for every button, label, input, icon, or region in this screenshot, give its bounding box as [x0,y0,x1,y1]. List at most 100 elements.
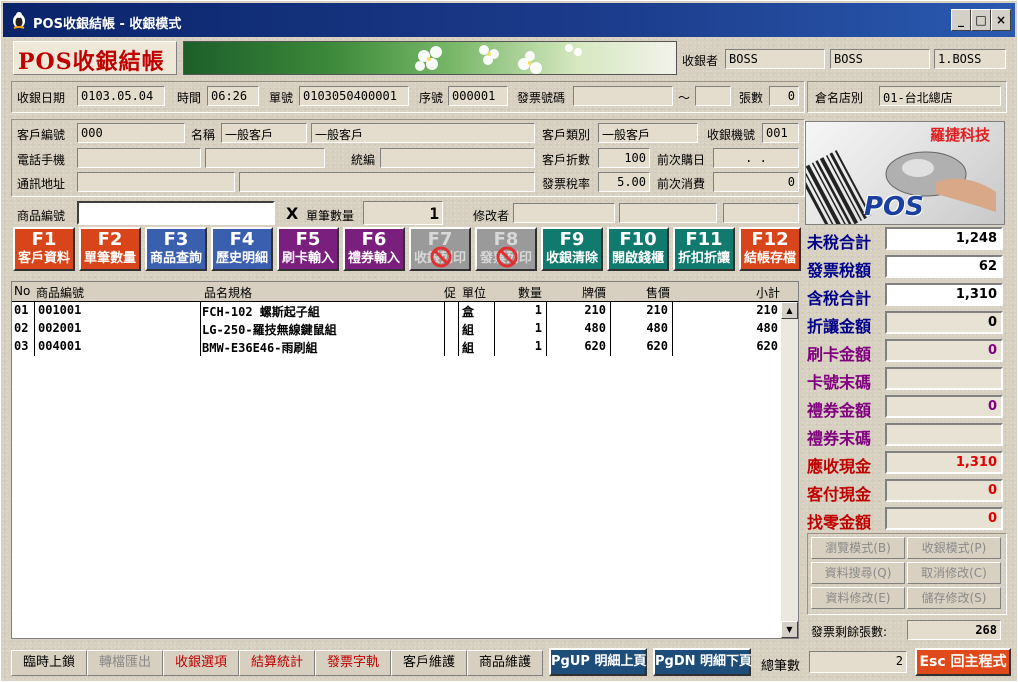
fkey-f6-button[interactable]: F6 禮券輸入 [343,227,405,271]
page-down-button[interactable]: PgDN 明細下頁 [653,648,752,676]
tax-rate-field[interactable]: 5.00 [598,172,650,192]
last-date-field[interactable]: . . [713,148,799,168]
fkey-code: F11 [685,229,723,250]
page-up-button[interactable]: PgUP 明細上頁 [549,648,647,676]
cell-unit: 組 [462,323,475,337]
customer-maintenance-button[interactable]: 客戶維護 [391,650,467,676]
table-scrollbar[interactable]: ▲ ▼ [781,302,798,638]
order-field[interactable]: 0103050400001 [299,86,409,106]
save-edit-button[interactable]: 儲存修改(S) [907,587,1001,609]
customer-code-field[interactable]: 000 [77,123,185,143]
invoice-from-field[interactable] [573,86,673,106]
fkey-f3-button[interactable]: F3 商品查詢 [145,227,207,271]
maximize-button[interactable]: □ [971,9,991,31]
fkey-f1-button[interactable]: F1 客戶資料 [13,227,75,271]
fkey-f10-button[interactable]: F10 開啟錢櫃 [607,227,669,271]
fkey-f9-button[interactable]: F9 收銀清除 [541,227,603,271]
table-row[interactable]: 02 002001 LG-250-羅技無線鍵鼠組 組 1 480 480 480 [12,320,782,338]
address-field-1[interactable] [77,172,235,192]
cell-list: 210 [584,303,606,317]
cashier-mode-button[interactable]: 收銀模式(P) [907,537,1001,559]
esc-main-button[interactable]: Esc 回主程式 [915,648,1011,676]
col-divider [444,302,445,356]
card-field[interactable]: 0 [885,339,1003,362]
invoice-track-button[interactable]: 發票字軌 [315,650,391,676]
date-field[interactable]: 0103.05.04 [77,86,165,106]
fkey-f4-button[interactable]: F4 歷史明細 [211,227,273,271]
table-header: No 商品編號 品名規格 促 單位 數量 牌價 售價 小計 [12,282,798,302]
customer-name-short-field[interactable]: 一般客戶 [221,123,307,143]
cashier-options-button[interactable]: 收銀選項 [163,650,239,676]
window-title: POS收銀結帳 - 收銀模式 [33,17,182,32]
fkey-f12-button[interactable]: F12 結帳存檔 [739,227,801,271]
phone-field-1[interactable] [77,148,201,168]
close-button[interactable]: × [991,9,1011,31]
cashier-field-2: BOSS [830,49,930,69]
scroll-up-arrow-icon[interactable]: ▲ [781,302,798,319]
prohibited-icon [496,246,518,268]
cancel-edit-button[interactable]: 取消修改(C) [907,562,1001,584]
fkey-f7-button[interactable]: F7 收銀列印 [409,227,471,271]
fkey-f5-button[interactable]: F5 刷卡輸入 [277,227,339,271]
editor-field-1 [513,203,615,223]
product-maintenance-button[interactable]: 商品維護 [467,650,543,676]
customer-type-field[interactable]: 一般客戶 [598,123,698,143]
editor-label: 修改者 [473,209,510,223]
time-field[interactable]: 06:26 [207,86,259,106]
cashier-label: 收銀者 [682,54,719,68]
due-field: 1,310 [885,451,1003,474]
data-search-button[interactable]: 資料搜尋(Q) [811,562,905,584]
voucher-tail-field[interactable] [885,423,1003,446]
pos-window: POS收銀結帳 - 收銀模式 _ □ × POS收銀結帳 收銀者 BOSS BO… [0,0,1018,682]
cell-name: FCH-102 螺斯起子組 [202,305,320,319]
phone-label: 電話手機 [17,153,66,167]
cell-price: 480 [646,321,668,335]
fkey-f8-button[interactable]: F8 發票列印 [475,227,537,271]
temp-lock-button[interactable]: 臨時上鎖 [11,650,87,676]
cell-qty: 1 [534,303,542,317]
discount-total-field[interactable]: 0 [885,311,1003,334]
store-field[interactable]: 01-台北總店 [879,86,1001,106]
seq-field[interactable]: 000001 [448,86,508,106]
tax-id-field[interactable] [380,148,535,168]
machine-field[interactable]: 001 [762,123,799,143]
scroll-down-arrow-icon[interactable]: ▼ [781,621,798,638]
invoice-label: 發票號碼 [517,91,566,105]
seq-label: 序號 [419,91,444,105]
export-button[interactable]: 轉檔匯出 [87,650,163,676]
table-row[interactable]: 03 004001 BMW-E36E46-雨刷組 組 1 620 620 620 [12,338,782,356]
banner-flower-image [183,41,677,75]
fkey-label: 單筆數量 [83,251,136,266]
fkey-f2-button[interactable]: F2 單筆數量 [79,227,141,271]
customer-name-full-field[interactable]: 一般客戶 [311,123,535,143]
phone-field-2[interactable] [205,148,325,168]
product-code-input[interactable] [77,201,275,225]
pretax-label: 未稅合計 [807,233,872,252]
card-tail-field[interactable] [885,367,1003,390]
cell-name: LG-250-羅技無線鍵鼠組 [202,323,337,337]
last-spend-field[interactable]: 0 [713,172,799,192]
invoice-to-field[interactable] [695,86,731,106]
fkey-code: F2 [97,229,123,250]
paid-field[interactable]: 0 [885,479,1003,502]
cashier-field-3: 1.BOSS [934,49,1006,69]
fkey-code: F6 [361,229,387,250]
qty-field[interactable]: 1 [363,201,443,225]
cell-code: 002001 [38,321,82,335]
card-label: 刷卡金額 [807,345,872,364]
table-row[interactable]: 01 001001 FCH-102 螺斯起子組 盒 1 210 210 210 [12,302,782,320]
cell-list: 480 [584,321,606,335]
fkey-f11-button[interactable]: F11 折扣折讓 [673,227,735,271]
browse-mode-button[interactable]: 瀏覽模式(B) [811,537,905,559]
voucher-field[interactable]: 0 [885,395,1003,418]
discount-field[interactable]: 100 [598,148,650,168]
address-field-2[interactable] [239,172,535,192]
fkey-label: 歷史明細 [215,251,268,266]
qty-label: 單筆數量 [306,209,355,223]
settlement-stats-button[interactable]: 結算統計 [239,650,315,676]
discount-label: 客戶折數 [542,153,591,167]
editor-field-3 [723,203,799,223]
data-edit-button[interactable]: 資料修改(E) [811,587,905,609]
minimize-button[interactable]: _ [951,9,971,31]
sheets-field[interactable]: 0 [769,86,799,106]
